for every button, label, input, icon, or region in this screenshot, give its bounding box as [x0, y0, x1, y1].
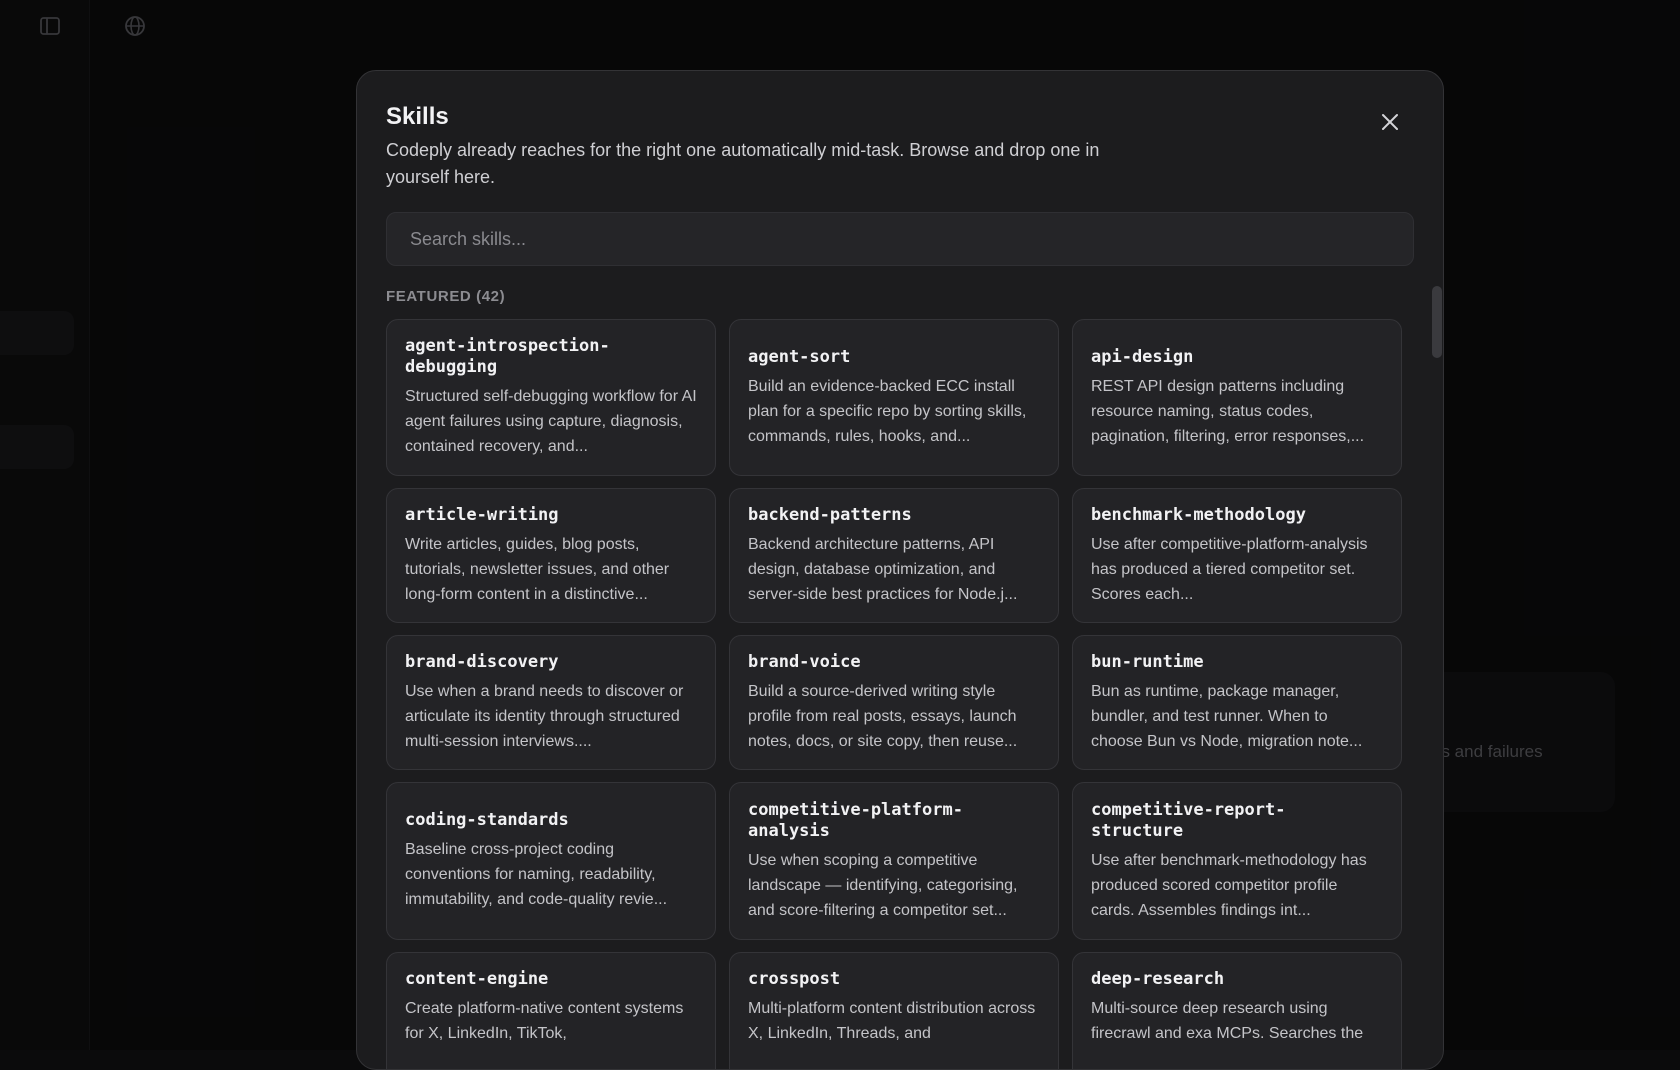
skill-name: brand-discovery	[405, 651, 559, 672]
skill-description: Write articles, guides, blog posts, tuto…	[405, 535, 670, 603]
skill-name: api-design	[1091, 346, 1194, 367]
skill-name: competitive-report-structure	[1091, 799, 1286, 841]
skill-name: content-engine	[405, 969, 549, 989]
skill-description: Baseline cross-project coding convention…	[405, 841, 668, 908]
skills-modal: Skills Codeply already reaches for the r…	[356, 70, 1444, 1070]
skill-description: Bun as runtime, package manager, bundler…	[1091, 682, 1363, 750]
skill-card[interactable]: agent-sort Build an evidence-backed ECC …	[729, 319, 1059, 476]
skill-card[interactable]: content-engine Create platform-native co…	[386, 952, 716, 1069]
skill-description: Build a source-derived writing style pro…	[748, 682, 1018, 750]
modal-subtitle: Codeply already reaches for the right on…	[386, 140, 1100, 187]
skill-description: REST API design patterns including resou…	[1091, 377, 1365, 445]
skill-description: Use when scoping a competitive landscape…	[748, 851, 1018, 919]
skill-card[interactable]: agent-introspection-debugging Structured…	[386, 319, 716, 476]
skill-name: backend-patterns	[748, 504, 912, 525]
skill-description: Use after competitive-platform-analysis …	[1091, 535, 1368, 603]
skill-description: Use after benchmark-methodology has prod…	[1091, 851, 1367, 919]
skill-name: coding-standards	[405, 810, 569, 830]
skill-name: agent-sort	[748, 346, 851, 367]
skill-name: brand-voice	[748, 651, 861, 672]
search-box	[386, 212, 1414, 266]
skills-grid: agent-introspection-debugging Structured…	[386, 319, 1402, 1069]
skill-card[interactable]: article-writing Write articles, guides, …	[386, 488, 716, 623]
skill-card[interactable]: backend-patterns Backend architecture pa…	[729, 488, 1059, 623]
scrollbar-thumb[interactable]	[1432, 286, 1442, 358]
modal-title: Skills	[386, 103, 449, 130]
skill-description: Backend architecture patterns, API desig…	[748, 535, 1018, 603]
skill-card[interactable]: brand-voice Build a source-derived writi…	[729, 635, 1059, 770]
search-input[interactable]	[408, 227, 1392, 251]
skill-description: Multi-source deep research using firecra…	[1091, 1000, 1364, 1042]
close-button[interactable]	[1375, 107, 1405, 137]
skill-card[interactable]: competitive-report-structure Use after b…	[1072, 782, 1402, 940]
skill-card[interactable]: competitive-platform-analysis Use when s…	[729, 782, 1059, 940]
skill-description: Use when a brand needs to discover or ar…	[405, 682, 684, 750]
skill-card[interactable]: brand-discovery Use when a brand needs t…	[386, 635, 716, 770]
skill-name: article-writing	[405, 504, 559, 525]
skill-card[interactable]: bun-runtime Bun as runtime, package mana…	[1072, 635, 1402, 770]
skill-description: Create platform-native content systems f…	[405, 1000, 684, 1042]
skill-description: Multi-platform content distribution acro…	[748, 1000, 1036, 1042]
skill-card[interactable]: coding-standards Baseline cross-project …	[386, 782, 716, 940]
skill-description: Structured self-debugging workflow for A…	[405, 388, 697, 455]
skill-card[interactable]: api-design REST API design patterns incl…	[1072, 319, 1402, 476]
skill-card[interactable]: benchmark-methodology Use after competit…	[1072, 488, 1402, 623]
skill-description: Build an evidence-backed ECC install pla…	[748, 377, 1027, 445]
skill-name: agent-introspection-debugging	[405, 336, 610, 377]
skill-name: deep-research	[1091, 969, 1225, 989]
featured-section-label: FEATURED (42)	[386, 288, 506, 305]
skill-name: crosspost	[748, 969, 841, 989]
skill-card[interactable]: deep-research Multi-source deep research…	[1072, 952, 1402, 1069]
skill-name: benchmark-methodology	[1091, 504, 1306, 525]
skill-name: competitive-platform-analysis	[748, 799, 963, 841]
close-icon	[1382, 114, 1398, 130]
skill-card[interactable]: crosspost Multi-platform content distrib…	[729, 952, 1059, 1069]
skill-name: bun-runtime	[1091, 651, 1204, 672]
